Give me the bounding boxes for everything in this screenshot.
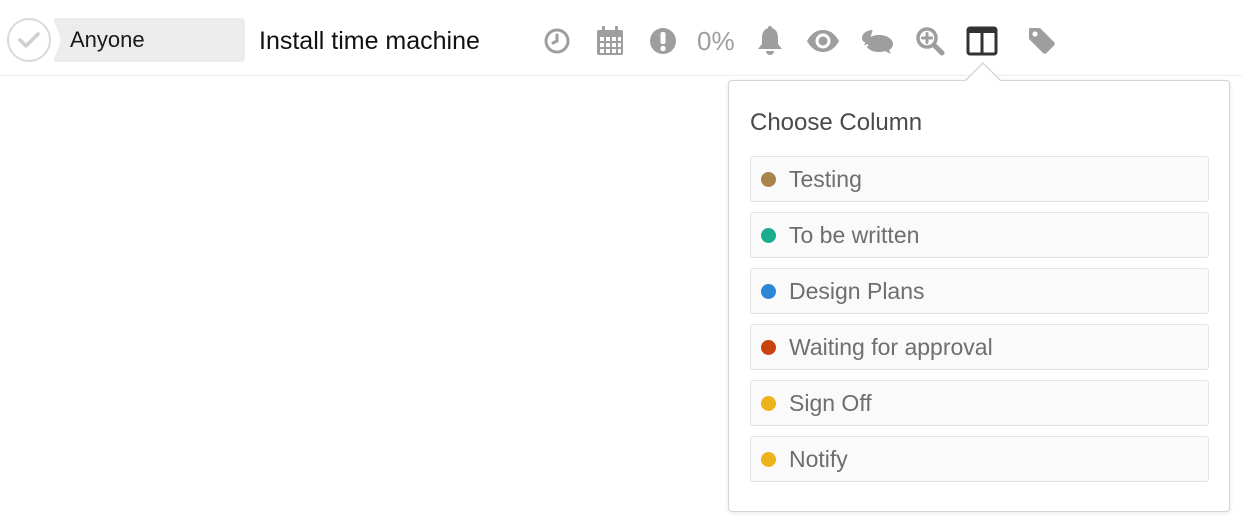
column-option[interactable]: Notify (750, 436, 1209, 482)
popover-caret-fill (965, 64, 1001, 82)
eye-icon[interactable] (805, 22, 841, 60)
column-color-dot (761, 283, 776, 299)
popover-title: Choose Column (750, 109, 923, 136)
column-option[interactable]: Sign Off (750, 380, 1209, 426)
complete-task-button[interactable] (7, 18, 51, 62)
column-list: Testing To be written Design Plans Waiti… (750, 156, 1209, 492)
column-color-dot (761, 171, 776, 187)
column-label: Waiting for approval (789, 333, 993, 360)
column-label: Notify (789, 445, 848, 472)
task-title[interactable]: Install time machine (259, 22, 480, 60)
column-option[interactable]: Design Plans (750, 268, 1209, 314)
column-label: Testing (789, 165, 862, 192)
column-option[interactable]: Waiting for approval (750, 324, 1209, 370)
column-color-dot (761, 395, 776, 411)
bell-icon[interactable] (754, 22, 786, 60)
column-color-dot (761, 227, 776, 243)
priority-icon[interactable] (647, 22, 679, 60)
checkmark-icon (18, 32, 40, 48)
columns-icon[interactable] (966, 22, 998, 60)
task-header: Anyone Install time machine 0% (0, 0, 1242, 76)
column-option[interactable]: To be written (750, 212, 1209, 258)
column-color-dot (761, 339, 776, 355)
column-label: To be written (789, 221, 920, 248)
column-color-dot (761, 451, 776, 467)
assignee-selector[interactable]: Anyone (53, 18, 245, 62)
calendar-icon[interactable] (594, 22, 626, 60)
progress-percentage[interactable]: 0% (697, 22, 735, 60)
column-label: Design Plans (789, 277, 925, 304)
column-option[interactable]: Testing (750, 156, 1209, 202)
choose-column-popover: Choose Column Testing To be written Desi… (728, 80, 1230, 512)
clock-icon[interactable] (541, 22, 573, 60)
column-label: Sign Off (789, 389, 872, 416)
zoom-in-icon[interactable] (914, 22, 946, 60)
tag-icon[interactable] (1026, 22, 1058, 60)
comments-icon[interactable] (859, 22, 895, 60)
